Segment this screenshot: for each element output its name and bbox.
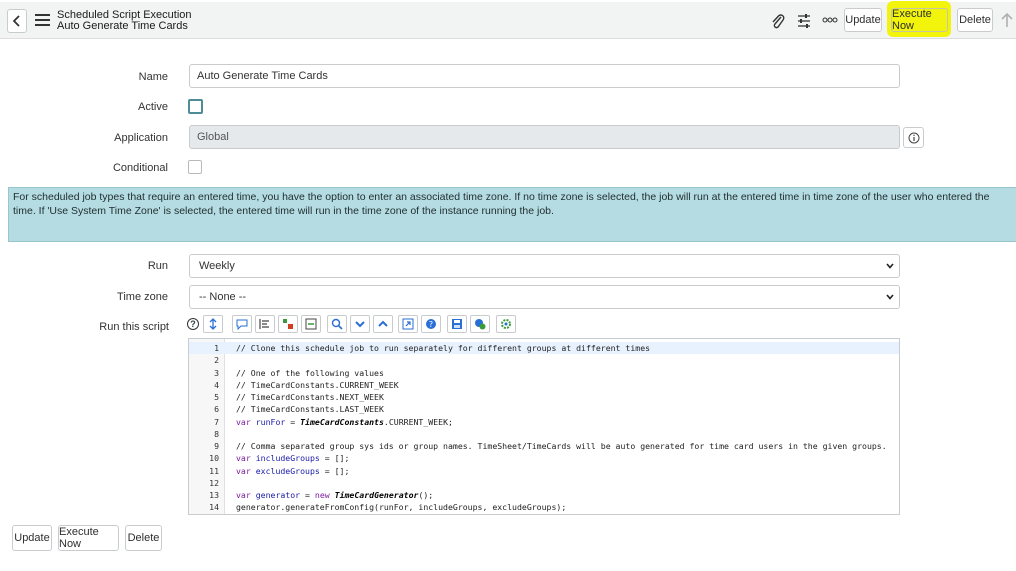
timezone-label: Time zone [117,291,168,303]
line-number: 6 [214,404,219,415]
code-line: 14 generator.generateFromConfig(runFor, i… [189,501,899,513]
code-line: 11 var excludeGroups = []; [189,465,899,477]
code-line: 12 [189,477,899,489]
settings-gear-icon[interactable] [496,315,516,333]
svg-text:?: ? [429,320,433,329]
line-number: 2 [214,355,219,366]
line-number: 7 [214,416,219,427]
code-line: 3 // One of the following values [189,367,899,379]
syntax-check-icon[interactable] [278,315,298,333]
menu-icon[interactable] [35,14,50,26]
code-text: var generator = new TimeCardGenerator(); [236,490,434,500]
header-execute-now-button[interactable]: Execute Now [891,8,948,32]
line-number: 1 [214,343,219,353]
find-previous-icon[interactable] [373,315,393,333]
arrow-up-icon[interactable] [1001,12,1013,28]
conditional-checkbox[interactable] [188,160,202,174]
code-line: 10 var includeGroups = []; [189,452,899,464]
line-number: 4 [214,379,219,390]
comment-icon[interactable] [232,315,252,333]
header-delete-button[interactable]: Delete [957,8,993,32]
code-line: 5 // TimeCardConstants.NEXT_WEEK [189,391,899,403]
toggle-syntax-icon[interactable] [203,315,223,333]
application-field: Global [189,125,900,149]
footer-execute-now-button[interactable]: Execute Now [58,525,119,551]
code-line: 13 var generator = new TimeCardGenerator(… [189,489,899,501]
line-number: 5 [214,392,219,402]
find-next-icon[interactable] [350,315,370,333]
chevron-down-icon [886,294,894,300]
line-number: 10 [209,453,219,464]
run-select-value: Weekly [199,260,235,272]
run-select[interactable]: Weekly [189,254,900,278]
code-text: // TimeCardConstants.LAST_WEEK [236,404,384,415]
search-icon[interactable] [327,315,347,333]
help-icon[interactable]: ? [187,318,199,330]
timezone-info-message: For scheduled job types that require an … [8,187,1016,242]
save-icon[interactable] [447,315,467,333]
active-label: Active [138,101,168,113]
code-text: // TimeCardConstants.CURRENT_WEEK [236,379,399,390]
info-icon [908,132,919,143]
timezone-select[interactable]: -- None -- [189,285,900,309]
back-button[interactable] [7,9,27,33]
name-label: Name [138,71,168,83]
code-text: // Comma separated group sys ids or grou… [236,441,887,451]
chevron-down-icon [886,263,894,269]
application-info-button[interactable] [903,127,924,148]
header-title-block: Scheduled Script Execution Auto Generate… [57,10,192,32]
active-checkbox[interactable] [188,99,203,114]
line-number: 3 [214,367,219,378]
fullscreen-icon[interactable] [398,315,418,333]
timezone-select-value: -- None -- [199,291,247,303]
code-line: 7 var runFor = TimeCardConstants.CURRENT_… [189,416,899,428]
code-text: // One of the following values [236,367,384,378]
line-number: 11 [209,465,219,476]
line-number: 14 [209,502,219,513]
more-options-icon[interactable] [822,17,838,23]
code-line: 8 [189,428,899,440]
script-help-icon[interactable]: ? [421,315,441,333]
code-line: 2 [189,354,899,366]
code-text: var runFor = TimeCardConstants.CURRENT_W… [236,416,453,427]
script-editor[interactable]: 1 // Clone this schedule job to run separ… [188,338,900,515]
chevron-left-icon [13,15,20,27]
code-text: var excludeGroups = []; [236,465,350,476]
run-label: Run [147,260,168,272]
code-text: var includeGroups = []; [236,453,350,464]
line-number: 12 [209,477,219,488]
footer-update-button[interactable]: Update [12,525,52,551]
code-line: 1 // Clone this schedule job to run separ… [189,342,899,354]
code-text: // TimeCardConstants.NEXT_WEEK [236,392,384,402]
footer-delete-button[interactable]: Delete [125,525,162,551]
header-update-button[interactable]: Update [844,8,882,32]
line-number: 8 [214,428,219,439]
name-input[interactable]: Auto Generate Time Cards [189,64,900,88]
line-number: 9 [214,441,219,451]
application-label: Application [114,132,168,144]
code-line: 4 // TimeCardConstants.CURRENT_WEEK [189,379,899,391]
settings-sliders-icon[interactable] [797,13,811,29]
paperclip-icon[interactable] [771,13,785,29]
script-label: Run this script [99,321,169,333]
code-line: 6 // TimeCardConstants.LAST_WEEK [189,403,899,415]
format-code-icon[interactable] [255,315,275,333]
header-subtitle: Auto Generate Time Cards [57,20,188,32]
conditional-label: Conditional [112,162,168,174]
form-header: Scheduled Script Execution Auto Generate… [0,2,1016,39]
code-line: 9 // Comma separated group sys ids or gro… [189,440,899,452]
line-number: 13 [209,490,219,500]
replace-icon[interactable] [301,315,321,333]
code-text: // Clone this schedule job to run separa… [236,343,651,353]
code-text: generator.generateFromConfig(runFor, inc… [236,502,567,513]
script-debugger-icon[interactable] [470,315,490,333]
